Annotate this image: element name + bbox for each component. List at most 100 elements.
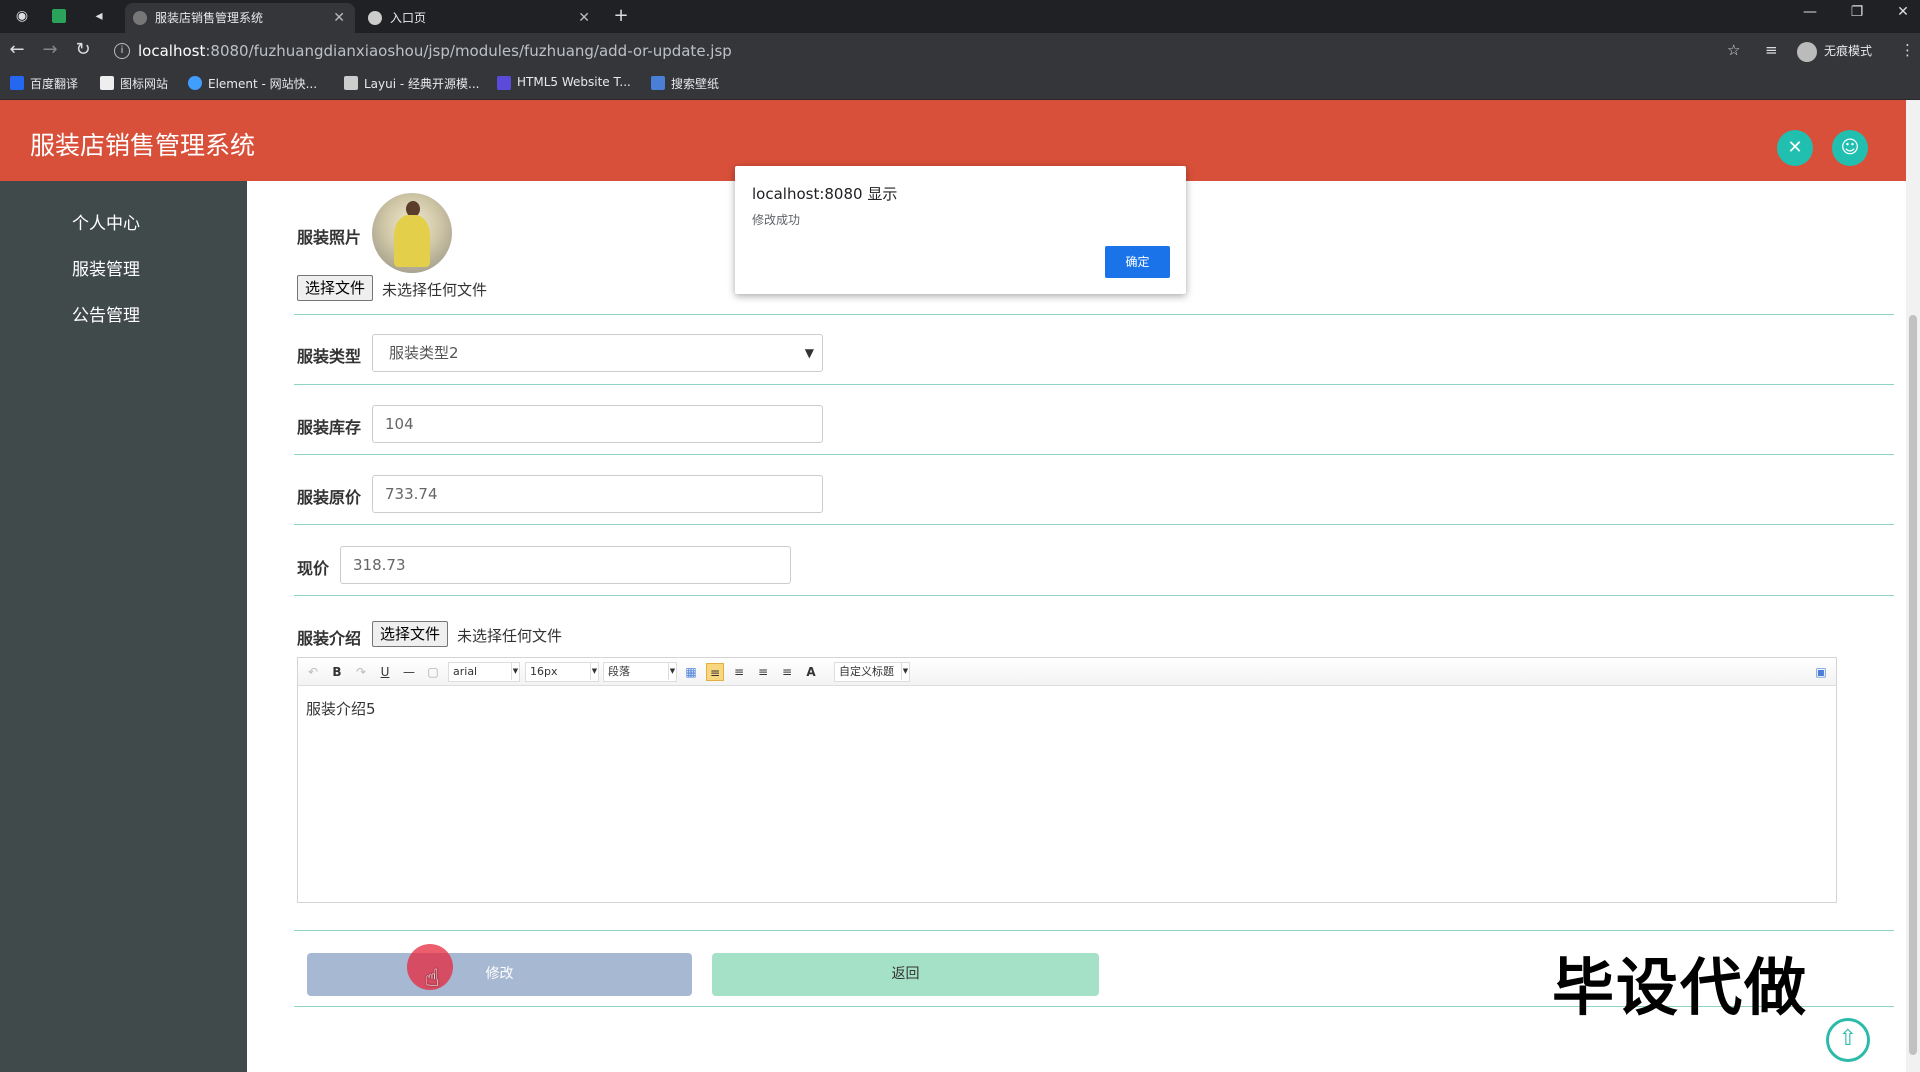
stock-input[interactable]: 104 xyxy=(372,405,823,443)
close-icon[interactable]: ✕ xyxy=(578,3,590,33)
align-left-icon[interactable]: ≡ xyxy=(706,663,724,681)
table-icon[interactable]: ▦ xyxy=(682,663,700,681)
url-path: :8080/fuzhuangdianxiaoshou/jsp/modules/f… xyxy=(205,42,732,60)
fullscreen-editor-icon[interactable]: ▣ xyxy=(1812,663,1830,681)
back-arrow-icon[interactable]: ← xyxy=(6,40,28,60)
wallpaper-icon xyxy=(651,76,665,90)
sidebar-item-clothing[interactable]: 服装管理 xyxy=(72,255,140,280)
chevron-down-icon: ▼ xyxy=(901,662,909,680)
baidu-translate-icon xyxy=(10,76,24,90)
forward-arrow-icon[interactable]: → xyxy=(39,40,61,60)
font-size-select[interactable]: 16px ▼ xyxy=(525,662,599,682)
type-select-value: 服装类型2 xyxy=(389,344,459,362)
reload-icon[interactable]: ↻ xyxy=(72,40,94,60)
undo-icon[interactable]: ↶ xyxy=(304,663,322,681)
chevron-down-icon: ▼ xyxy=(668,662,676,680)
type-label: 服装类型 xyxy=(297,347,362,366)
photo-file-button[interactable]: 选择文件 xyxy=(297,275,374,301)
page-scrollbar[interactable] xyxy=(1906,100,1920,1072)
redo-icon[interactable]: ↷ xyxy=(352,663,370,681)
chevron-down-icon: ▼ xyxy=(511,662,519,680)
incognito-icon xyxy=(1797,42,1817,62)
url-host: localhost xyxy=(138,42,206,60)
stock-label: 服装库存 xyxy=(297,418,362,437)
type-select[interactable]: 服装类型2 ▼ xyxy=(372,334,823,372)
chevron-down-icon: ▼ xyxy=(804,346,814,360)
paste-icon[interactable]: ▢ xyxy=(424,663,442,681)
custom-title-select[interactable]: 自定义标题 ▼ xyxy=(834,662,910,682)
sidebar-item-notice[interactable]: 公告管理 xyxy=(72,301,140,326)
close-window-icon[interactable]: ✕ xyxy=(1888,4,1918,20)
paragraph-select[interactable]: 段落 ▼ xyxy=(603,662,677,682)
scroll-to-top-icon[interactable]: ⇧ xyxy=(1826,1018,1870,1062)
bookmark-label: 百度翻译 xyxy=(30,77,79,91)
bookmarks-bar: 百度翻译 图标网站 Element - 网站快... Layui - 经典开源模… xyxy=(0,68,1920,100)
scrollbar-thumb[interactable] xyxy=(1909,315,1917,1055)
current-price-input[interactable]: 318.73 xyxy=(340,546,791,584)
sidebar-item-personal[interactable]: 个人中心 xyxy=(72,209,140,234)
globe-icon xyxy=(368,11,382,25)
divider xyxy=(294,314,1894,315)
more-menu-icon[interactable]: ⋮ xyxy=(1900,41,1915,59)
original-price-label: 服装原价 xyxy=(297,488,362,507)
horizontal-rule-icon[interactable]: — xyxy=(400,663,418,681)
fullscreen-icon[interactable]: ✕ xyxy=(1777,130,1813,166)
dress-shape xyxy=(394,215,430,267)
align-right-icon[interactable]: ≡ xyxy=(730,663,748,681)
browser-menu-icon[interactable]: ◉ xyxy=(13,7,31,25)
editor-toolbar: ↶ B ↷ U — ▢ arial ▼ 16px ▼ 段落 ▼ ▦ ≡ ≡ ≡ ≡ A… xyxy=(298,658,1836,686)
bookmark-item[interactable]: 图标网站 xyxy=(100,75,168,92)
bookmark-item[interactable]: Layui - 经典开源模... xyxy=(344,75,479,92)
mute-icon[interactable]: ◂ xyxy=(90,7,108,25)
align-center-icon[interactable]: ≡ xyxy=(754,663,772,681)
app-title: 服装店销售管理系统 xyxy=(30,131,256,160)
intro-file-button[interactable]: 选择文件 xyxy=(372,621,449,647)
incognito-label[interactable]: 无痕模式 xyxy=(1824,42,1872,59)
layui-icon xyxy=(344,76,358,90)
reading-list-icon[interactable]: ≡ xyxy=(1765,41,1778,59)
close-icon[interactable]: ✕ xyxy=(333,3,345,33)
photo-label: 服装照片 xyxy=(297,228,362,247)
tab-entry[interactable]: 入口页 ✕ xyxy=(360,3,600,33)
align-justify-icon[interactable]: ≡ xyxy=(778,663,796,681)
rich-text-editor[interactable]: ↶ B ↷ U — ▢ arial ▼ 16px ▼ 段落 ▼ ▦ ≡ ≡ ≡ ≡ A… xyxy=(297,657,1837,903)
back-button[interactable]: 返回 xyxy=(712,953,1099,996)
address-bar[interactable]: i localhost:8080/fuzhuangdianxiaoshou/js… xyxy=(106,38,1746,64)
divider xyxy=(294,595,1894,596)
alert-dialog: localhost:8080 显示 修改成功 确定 xyxy=(735,166,1186,294)
original-price-input[interactable]: 733.74 xyxy=(372,475,823,513)
font-family-value: arial xyxy=(453,665,478,678)
hand-cursor-icon: ☝ xyxy=(425,964,440,992)
dialog-message: 修改成功 xyxy=(752,213,801,227)
new-tab-icon[interactable]: + xyxy=(612,7,630,25)
favicon-icon xyxy=(133,11,147,25)
font-color-icon[interactable]: A xyxy=(802,663,820,681)
underline-icon[interactable]: U xyxy=(376,663,394,681)
sheet-tab-icon[interactable] xyxy=(52,9,66,23)
bold-icon[interactable]: B xyxy=(328,663,346,681)
bookmark-item[interactable]: Element - 网站快... xyxy=(188,75,317,92)
editor-content[interactable]: 服装介绍5 xyxy=(306,698,376,719)
chevron-down-icon: ▼ xyxy=(590,662,598,680)
font-family-select[interactable]: arial ▼ xyxy=(448,662,520,682)
restore-icon[interactable]: ❐ xyxy=(1842,4,1872,20)
minimize-icon[interactable]: — xyxy=(1795,4,1825,20)
bookmark-item[interactable]: 百度翻译 xyxy=(10,75,78,92)
bookmark-item[interactable]: HTML5 Website T... xyxy=(497,75,631,90)
form-area: 服装照片 选择文件 未选择任何文件 服装类型 服装类型2 ▼ 服装库存 104 … xyxy=(247,181,1906,1072)
tab-current[interactable]: 服装店销售管理系统 ✕ xyxy=(125,3,355,33)
flag-icon xyxy=(100,76,114,90)
dialog-ok-button[interactable]: 确定 xyxy=(1105,246,1170,278)
bookmark-item[interactable]: 搜索壁纸 xyxy=(651,75,719,92)
bookmark-star-icon[interactable]: ☆ xyxy=(1727,41,1740,59)
intro-label: 服装介绍 xyxy=(297,629,362,648)
tab-title: 入口页 xyxy=(390,11,427,25)
clothing-photo xyxy=(372,193,452,273)
modify-button[interactable]: 修改 xyxy=(307,953,692,996)
info-icon[interactable]: i xyxy=(114,43,130,59)
watermark-text: 毕设代做 xyxy=(1552,951,1809,1024)
divider xyxy=(294,454,1894,455)
custom-title-value: 自定义标题 xyxy=(839,665,894,678)
user-icon[interactable]: ☺ xyxy=(1832,130,1868,166)
browser-tab-bar: ◉ ◂ 服装店销售管理系统 ✕ 入口页 ✕ + — ❐ ✕ xyxy=(0,0,1920,33)
